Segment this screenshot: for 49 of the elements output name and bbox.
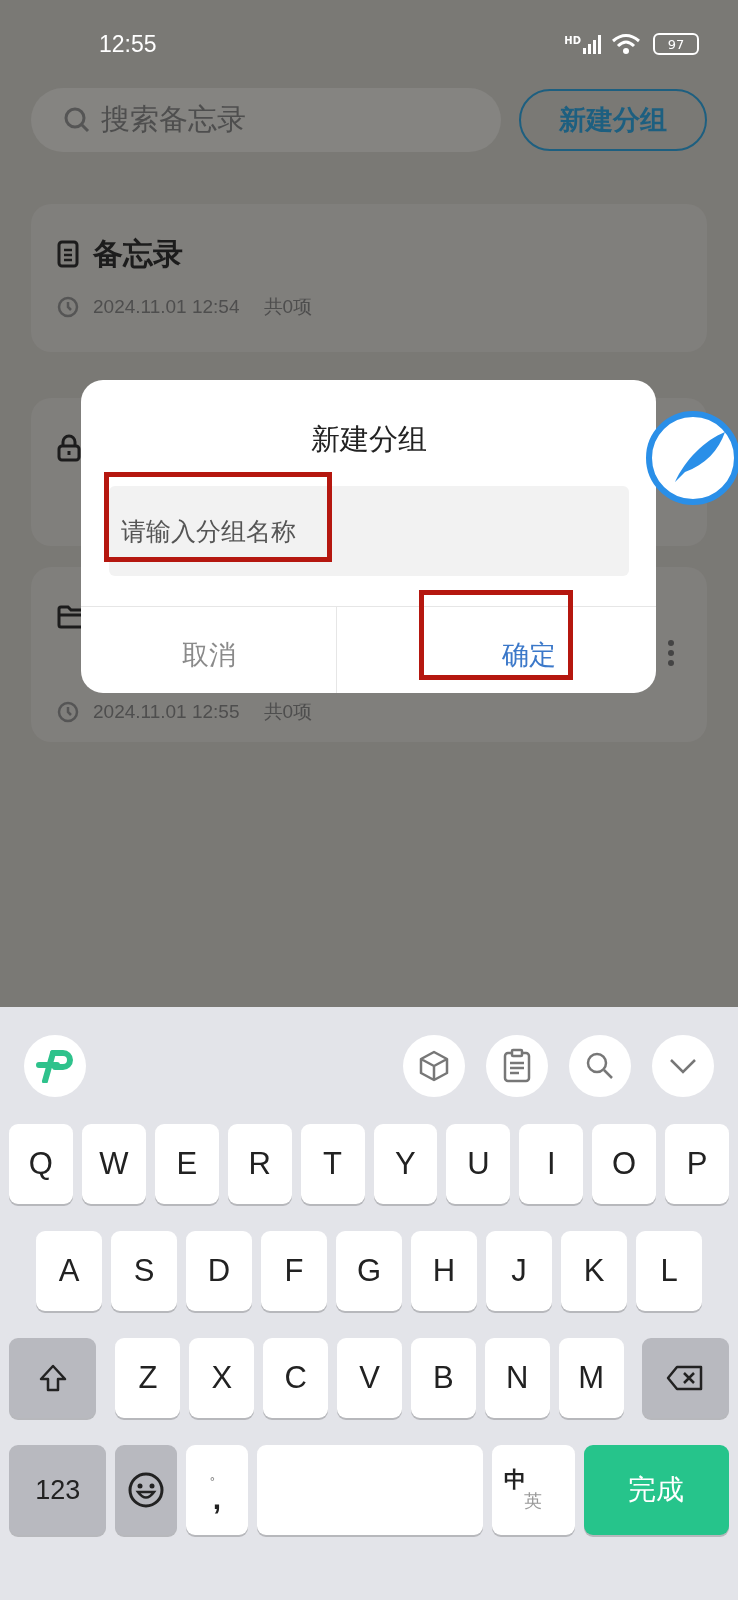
letter-key[interactable]: H: [411, 1231, 477, 1311]
letter-key[interactable]: L: [636, 1231, 702, 1311]
letter-key[interactable]: B: [410, 1338, 476, 1418]
letter-key[interactable]: Q: [8, 1124, 73, 1204]
shift-icon: [37, 1363, 68, 1393]
input-field[interactable]: 请输入分组名称: [108, 486, 629, 576]
search-icon: [63, 106, 91, 134]
document-icon: [57, 240, 79, 268]
group-title: 备忘录: [93, 234, 183, 273]
letter-key[interactable]: S: [111, 1231, 177, 1311]
letter-key[interactable]: Z: [115, 1338, 181, 1418]
more-icon[interactable]: [667, 639, 675, 667]
smiley-icon: [127, 1471, 166, 1509]
dialog-button[interactable]: 确定: [336, 607, 656, 693]
clock-icon: [57, 296, 79, 318]
letter-key[interactable]: K: [561, 1231, 627, 1311]
letter-key[interactable]: M: [558, 1338, 624, 1418]
status-time: 12:55: [99, 30, 157, 58]
letter-key[interactable]: G: [336, 1231, 402, 1311]
letter-key[interactable]: A: [36, 1231, 102, 1311]
letter-key[interactable]: E: [154, 1124, 219, 1204]
punctuation-key[interactable]: 。 ,: [186, 1445, 248, 1535]
letter-key[interactable]: T: [300, 1124, 365, 1204]
letter-key[interactable]: I: [519, 1124, 584, 1204]
letter-key[interactable]: F: [261, 1231, 327, 1311]
letter-key[interactable]: U: [446, 1124, 511, 1204]
letter-key[interactable]: J: [486, 1231, 552, 1311]
emoji-key[interactable]: [115, 1445, 178, 1535]
letter-key[interactable]: R: [227, 1124, 292, 1204]
letter-key[interactable]: P: [665, 1124, 730, 1204]
battery-icon: 97: [653, 33, 699, 55]
language-key[interactable]: 中 英: [492, 1445, 575, 1535]
letter-key[interactable]: D: [186, 1231, 252, 1311]
letter-key[interactable]: V: [337, 1338, 402, 1418]
numbers-key[interactable]: 123: [9, 1445, 107, 1535]
dialog-title: 新建分组: [310, 421, 427, 458]
letter-key[interactable]: W: [81, 1124, 146, 1204]
network-type: HD: [564, 35, 581, 46]
clock-icon: [57, 701, 79, 723]
letter-key[interactable]: C: [263, 1338, 329, 1418]
backspace-key[interactable]: [641, 1338, 729, 1418]
letter-key[interactable]: X: [189, 1338, 255, 1418]
lock-icon: [57, 434, 81, 462]
wifi-icon: [611, 33, 641, 55]
letter-key[interactable]: O: [592, 1124, 657, 1204]
floating-note-icon[interactable]: [645, 410, 738, 506]
letter-key[interactable]: Y: [373, 1124, 438, 1204]
shift-key[interactable]: [9, 1338, 97, 1418]
letter-key[interactable]: N: [484, 1338, 550, 1418]
